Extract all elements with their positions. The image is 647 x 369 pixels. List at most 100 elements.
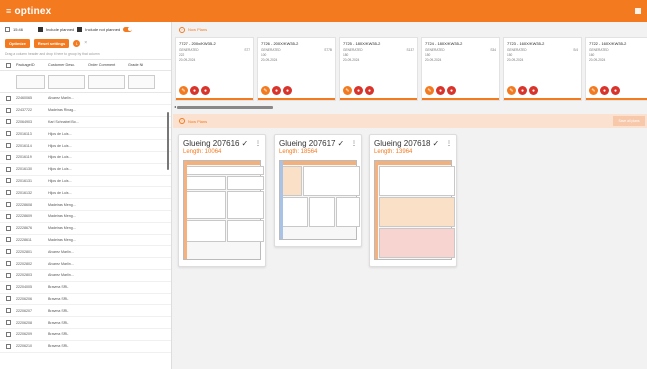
table-row[interactable]: 22064903 Karl Schnabel Bo... [0,117,171,129]
row-checkbox[interactable] [5,131,11,137]
plan-card[interactable]: 7726 - 200X/KW35-2 GENERATED S77B 100 20-09-… [257,37,336,101]
table-row[interactable]: 22206207 Bravma SRL [0,305,171,318]
include-not-planned-checkbox[interactable] [77,26,83,32]
more-icon[interactable]: ⋮ [351,140,357,147]
filter-input[interactable] [128,74,155,89]
row-checkbox[interactable] [5,178,11,184]
include-toggle[interactable] [123,26,133,32]
table-row[interactable]: 22016114 Hijos de Luis... [0,140,171,152]
more-icon[interactable]: ⋮ [255,140,261,147]
delete-icon[interactable]: ● [354,86,363,95]
plan-card[interactable]: 7727 - 200x/KW35-2 GENERATED S77 222 20-09-2… [175,37,254,101]
table-row[interactable]: 22016113 Hijos de Luis... [0,128,171,141]
row-checkbox[interactable] [5,249,11,255]
glueing-card[interactable]: Glueing 207617 ✓ ⋮ Length: 18564 [274,134,362,247]
layout-block[interactable] [186,191,226,219]
table-row[interactable]: 22460065 Alvarez Marlin... [0,93,171,105]
glueing-card[interactable]: Glueing 207618 ✓ ⋮ Length: 13964 [369,134,457,267]
row-checkbox[interactable] [5,237,11,243]
table-row[interactable]: 22204005 Bravma SRL [0,282,171,294]
row-checkbox[interactable] [5,213,11,219]
table-row[interactable]: 22206209 Bravma SRL [0,329,171,341]
table-row[interactable]: 22228609 Madeiras Meng... [0,211,171,223]
clear-icon[interactable]: × [84,40,87,46]
layout-block[interactable] [379,166,455,196]
collapse-icon[interactable]: › [179,118,185,124]
row-checkbox[interactable] [5,331,11,337]
window-icon[interactable] [635,8,641,14]
layout-block[interactable] [186,220,226,242]
filter-input[interactable] [16,74,45,89]
print-icon[interactable]: ● [611,86,620,95]
plan-card[interactable]: 7724 - 180X/KW35-2 GENERATED S34 150 20-09-2… [421,37,500,101]
column-header[interactable]: PackageID [16,63,48,67]
layout-block[interactable] [336,197,360,227]
delete-icon[interactable]: ● [600,86,609,95]
layout-block[interactable] [379,228,455,258]
edit-icon[interactable]: ✎ [261,86,270,95]
table-row[interactable]: 22202802 Alvarez Marlin... [0,258,171,270]
row-checkbox[interactable] [5,202,11,208]
layout-block[interactable] [227,191,264,219]
table-row[interactable]: 22206208 Bravma SRL [0,317,171,329]
layout-block[interactable] [227,220,264,242]
time-checkbox[interactable] [5,26,10,32]
glueing-card[interactable]: Glueing 207616 ✓ ⋮ Length: 10064 [178,134,266,267]
delete-icon[interactable]: ● [436,86,445,95]
print-icon[interactable]: ● [201,86,210,95]
edit-icon[interactable]: ✎ [589,86,598,95]
edit-icon[interactable]: ✎ [507,86,516,95]
vertical-scrollbar[interactable] [167,112,169,170]
plan-card[interactable]: 7723 - 160X/KW35-2 GENERATED S/4 150 20-09-2… [503,37,582,101]
brand-logo[interactable]: ≡ optinex [6,6,51,17]
column-header[interactable]: Grade Ni [128,63,158,67]
row-checkbox[interactable] [5,143,11,149]
table-row[interactable]: 22016119 Hijos de Luis... [0,152,171,164]
table-row[interactable]: 22016130 Hijos de Luis... [0,164,171,176]
check-icon[interactable]: ✓ [242,139,249,148]
edit-icon[interactable]: ✎ [425,86,434,95]
row-checkbox[interactable] [5,284,11,290]
row-checkbox[interactable] [5,308,11,314]
column-header[interactable]: Order Comment [88,63,128,67]
layout-block[interactable] [282,197,308,227]
edit-icon[interactable]: ✎ [179,86,188,95]
table-row[interactable]: 22202803 Alvarez Marlin... [0,270,171,282]
column-header[interactable]: Customer Desc. [48,63,88,67]
table-row[interactable]: 22228611 Madeiras Meng... [0,235,171,247]
check-icon[interactable]: ✓ [433,139,440,148]
reset-settings-button[interactable]: Reset settings [33,38,70,48]
include-planned-checkbox[interactable] [38,26,44,32]
more-icon[interactable]: ⋮ [446,140,452,147]
plan-card[interactable]: 7722 - 160X/KW35-2GENERATEDS/416020-09-2… [585,37,647,101]
row-checkbox[interactable] [5,296,11,302]
row-checkbox[interactable] [5,154,11,160]
print-icon[interactable]: ● [283,86,292,95]
table-row[interactable]: 22228608 Madeiras Meng... [0,199,171,211]
table-row[interactable]: 22228676 Madeiras Meng... [0,223,171,235]
layout-block[interactable] [309,197,335,227]
edit-icon[interactable]: ✎ [343,86,352,95]
table-row[interactable]: 22206210 Bravma SRL [0,341,171,353]
table-row[interactable]: 22016132 Hijos de Luis... [0,187,171,200]
print-icon[interactable]: ● [529,86,538,95]
layout-block[interactable] [227,176,264,190]
layout-block[interactable] [186,176,226,190]
layout-block[interactable] [186,166,264,175]
print-icon[interactable]: ● [365,86,374,95]
row-checkbox[interactable] [5,261,11,267]
print-icon[interactable]: ● [447,86,456,95]
delete-icon[interactable]: ● [518,86,527,95]
delete-icon[interactable]: ● [272,86,281,95]
row-checkbox[interactable] [5,320,11,326]
scroll-left-icon[interactable]: ◂ [174,104,176,109]
layout-block[interactable] [303,166,360,196]
row-checkbox[interactable] [5,166,11,172]
row-checkbox[interactable] [5,107,11,113]
filter-input[interactable] [48,74,85,89]
delete-icon[interactable]: ● [190,86,199,95]
filter-input[interactable] [88,74,125,89]
row-checkbox[interactable] [5,272,11,278]
optimize-button[interactable]: Optimize [5,38,30,48]
table-row[interactable]: 22437722 Madeiras Rinag... [0,105,171,117]
